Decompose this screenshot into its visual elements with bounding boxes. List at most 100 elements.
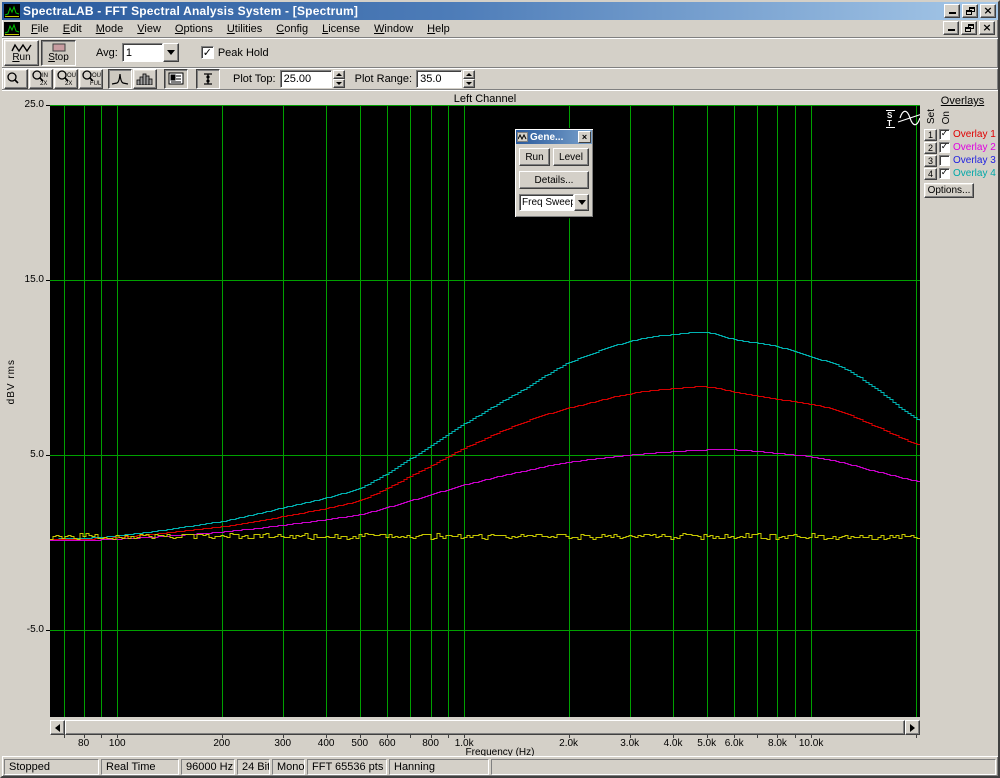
avg-value: 1 bbox=[122, 43, 163, 62]
x-tick-label: 200 bbox=[200, 738, 244, 749]
overlays-panel: Overlays Set On 1✓Overlay 12✓Overlay 23O… bbox=[924, 95, 998, 198]
plot-range-spinner[interactable] bbox=[463, 70, 475, 88]
document-icon bbox=[4, 22, 20, 36]
menu-item-window[interactable]: Window bbox=[367, 22, 420, 36]
menu-item-file[interactable]: File bbox=[24, 22, 56, 36]
plot-range-label: Plot Range: bbox=[355, 73, 412, 85]
svg-text:T: T bbox=[887, 119, 892, 128]
frequency-scrollbar[interactable] bbox=[50, 720, 920, 735]
zoom-in-2x-button[interactable]: IN2X bbox=[29, 69, 53, 89]
avg-combobox[interactable]: 1 bbox=[122, 43, 179, 62]
run-button[interactable]: Run bbox=[4, 40, 39, 66]
menu-item-help[interactable]: Help bbox=[420, 22, 457, 36]
plot-top-spinner[interactable] bbox=[333, 70, 345, 88]
menu-item-mode[interactable]: Mode bbox=[89, 22, 131, 36]
svg-text:2X: 2X bbox=[65, 81, 72, 87]
overlay-set-button-1[interactable]: 1 bbox=[924, 129, 937, 141]
y-tick-label: 25.0 bbox=[4, 99, 44, 110]
overlay-options-button[interactable]: Options... bbox=[924, 183, 974, 198]
overlay-on-checkbox-3[interactable] bbox=[939, 155, 950, 166]
menubar: FileEditModeViewOptionsUtilitiesConfigLi… bbox=[2, 20, 998, 38]
bar-mode-button[interactable] bbox=[133, 69, 157, 89]
histogram-icon bbox=[136, 72, 154, 85]
generator-run-button[interactable]: Run bbox=[519, 148, 550, 166]
stop-button[interactable]: Stop bbox=[41, 40, 76, 66]
status-panel-96000-hz: 96000 Hz bbox=[181, 759, 235, 775]
plot-range-spin-down[interactable] bbox=[463, 79, 475, 88]
channel-title: Left Channel bbox=[50, 93, 920, 105]
generator-details-button[interactable]: Details... bbox=[519, 171, 589, 189]
menu-item-options[interactable]: Options bbox=[168, 22, 220, 36]
statusbar: StoppedReal Time96000 Hz24 BitMonoFFT 65… bbox=[2, 756, 998, 776]
menu-item-config[interactable]: Config bbox=[269, 22, 315, 36]
status-panel-mono: Mono bbox=[272, 759, 305, 775]
status-panel-hanning: Hanning bbox=[389, 759, 489, 775]
run-button-label: Run bbox=[12, 53, 30, 63]
restore-button[interactable] bbox=[962, 4, 978, 18]
overlay-set-button-3[interactable]: 3 bbox=[924, 155, 937, 167]
generator-level-button[interactable]: Level bbox=[553, 148, 589, 166]
zoom-out-full-button[interactable]: OUTFULL bbox=[79, 69, 103, 89]
x-tick-label: 600 bbox=[365, 738, 409, 749]
set-column-label: Set bbox=[926, 109, 937, 124]
overlay-on-checkbox-2[interactable]: ✓ bbox=[939, 142, 950, 153]
status-panel-stopped: Stopped bbox=[4, 759, 99, 775]
plot-top-spin-down[interactable] bbox=[333, 79, 345, 88]
mdi-minimize-button[interactable] bbox=[943, 21, 959, 35]
scroll-right-button[interactable] bbox=[905, 720, 920, 735]
peak-hold-control[interactable]: ✓ Peak Hold bbox=[201, 46, 273, 59]
window-title: SpectraLAB - FFT Spectral Analysis Syste… bbox=[23, 4, 944, 18]
zoom-out-2x-button[interactable]: OUT2X bbox=[54, 69, 78, 89]
plot-range-spin-up[interactable] bbox=[463, 70, 475, 79]
overlay-on-checkbox-4[interactable]: ✓ bbox=[939, 168, 950, 179]
mdi-close-button[interactable]: × bbox=[979, 21, 995, 35]
series-overlay-4 bbox=[50, 333, 920, 540]
avg-dropdown-arrow-icon[interactable] bbox=[163, 43, 179, 62]
menu-item-utilities[interactable]: Utilities bbox=[220, 22, 269, 36]
generator-close-button[interactable]: × bbox=[578, 131, 591, 143]
generator-close-icon: × bbox=[582, 132, 587, 142]
menu-item-view[interactable]: View bbox=[130, 22, 168, 36]
menu-item-license[interactable]: License bbox=[315, 22, 367, 36]
signal-type-combobox[interactable]: Freq Sweep bbox=[519, 194, 589, 211]
series-live-trace bbox=[50, 534, 920, 540]
status-panel-24-bit: 24 Bit bbox=[237, 759, 270, 775]
scroll-left-button[interactable] bbox=[50, 720, 65, 735]
overlay-row-1: 1✓Overlay 1 bbox=[924, 128, 998, 141]
y-tick-label: -5.0 bbox=[4, 624, 44, 635]
marker-button[interactable] bbox=[196, 69, 220, 89]
display-options-button[interactable] bbox=[164, 69, 188, 89]
overlay-on-checkbox-1[interactable]: ✓ bbox=[939, 129, 950, 140]
plot-range-field[interactable]: 35.0 bbox=[416, 70, 462, 88]
minimize-button[interactable] bbox=[944, 4, 960, 18]
spectrum-plot[interactable]: S T bbox=[50, 105, 920, 717]
spectrum-mode-button[interactable] bbox=[108, 69, 132, 89]
mdi-restore-button[interactable] bbox=[961, 21, 977, 35]
signal-type-dropdown-arrow-icon[interactable] bbox=[574, 194, 589, 211]
zoom-button[interactable] bbox=[4, 69, 28, 89]
generator-titlebar[interactable]: Gene... × bbox=[516, 130, 592, 144]
overlay-row-3: 3 Overlay 3 bbox=[924, 154, 998, 167]
overlay-set-button-2[interactable]: 2 bbox=[924, 142, 937, 154]
menu-item-edit[interactable]: Edit bbox=[56, 22, 89, 36]
peak-hold-checkbox[interactable]: ✓ bbox=[201, 46, 214, 59]
plot-top-label: Plot Top: bbox=[233, 73, 276, 85]
x-tick-label: 6.0k bbox=[712, 738, 756, 749]
plot-top-field[interactable]: 25.00 bbox=[280, 70, 332, 88]
mdi-restore-icon bbox=[965, 24, 974, 32]
overlay-row-2: 2✓Overlay 2 bbox=[924, 141, 998, 154]
y-tick-mark bbox=[46, 105, 50, 106]
restore-icon bbox=[966, 7, 975, 15]
overlay-label-4: Overlay 4 bbox=[953, 168, 996, 179]
scroll-left-icon bbox=[55, 724, 60, 732]
y-tick-mark bbox=[46, 455, 50, 456]
plot-top-spin-up[interactable] bbox=[333, 70, 345, 79]
series-overlay-2 bbox=[50, 450, 920, 541]
plot-toolbar: IN2XOUT2XOUTFULL Plot Top: 25.00 Plot Ra… bbox=[2, 68, 998, 90]
close-button[interactable]: × bbox=[980, 4, 996, 18]
scrollbar-thumb[interactable] bbox=[65, 720, 905, 735]
y-tick-mark bbox=[46, 630, 50, 631]
overlay-label-3: Overlay 3 bbox=[953, 155, 996, 166]
magnifier-icon: IN2X bbox=[31, 70, 51, 87]
overlay-set-button-4[interactable]: 4 bbox=[924, 168, 937, 180]
